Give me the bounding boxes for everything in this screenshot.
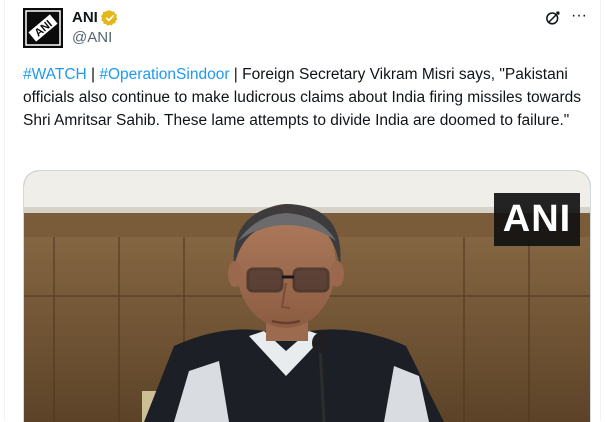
avatar[interactable]: ANI	[23, 8, 63, 48]
grok-icon[interactable]	[544, 9, 562, 27]
author-name[interactable]: ANI	[72, 9, 98, 27]
tweet-separator: |	[86, 66, 100, 83]
hashtag-watch[interactable]: #WATCH	[23, 66, 87, 83]
tweet-card[interactable]: ANI ANI @ANI ··· #WATCH | #OperationSind…	[0, 0, 605, 422]
verified-badge-icon	[101, 10, 118, 26]
divider-left	[4, 0, 5, 421]
ani-logo-icon: ANI	[23, 8, 63, 48]
video-media[interactable]: ANI	[23, 170, 591, 422]
more-options-icon[interactable]: ···	[570, 6, 588, 26]
author-handle[interactable]: @ANI	[72, 29, 112, 47]
ani-watermark: ANI	[502, 198, 572, 240]
hashtag-operation-sindoor[interactable]: #OperationSindoor	[99, 66, 229, 83]
tweet-text: #WATCH | #OperationSindoor | Foreign Sec…	[23, 63, 593, 132]
divider-right	[600, 0, 601, 421]
